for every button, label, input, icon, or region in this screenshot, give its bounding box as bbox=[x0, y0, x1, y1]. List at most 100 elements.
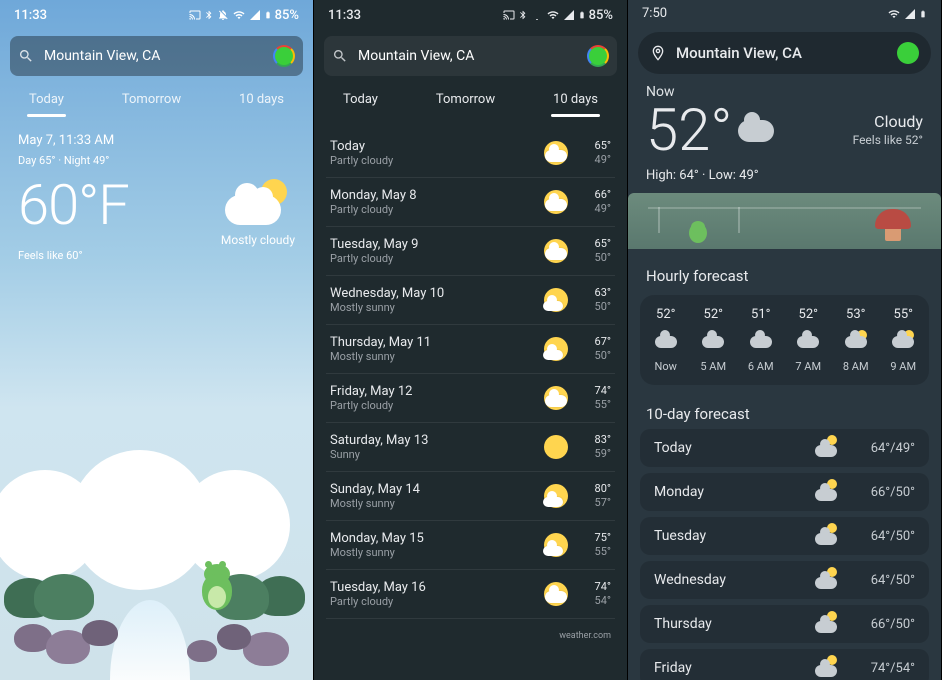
location-pill[interactable]: Mountain View, CA bbox=[638, 32, 931, 74]
assistant-button[interactable] bbox=[587, 45, 609, 67]
day-condition: Partly cloudy bbox=[330, 595, 531, 608]
hour-temp: 53° bbox=[832, 307, 880, 322]
day-row[interactable]: Tuesday, May 16Partly cloudy74°54° bbox=[326, 570, 615, 619]
signal-icon bbox=[904, 8, 916, 20]
status-bar: 7:50 bbox=[628, 0, 941, 24]
day-high: 63° bbox=[581, 286, 611, 300]
day-name: Monday, May 15 bbox=[330, 531, 531, 546]
hour-column[interactable]: 55°9 AM bbox=[880, 307, 928, 373]
day-night-temps: Day 65° · Night 49° bbox=[18, 154, 295, 167]
day-low: 55° bbox=[581, 545, 611, 559]
tab-tomorrow[interactable]: Tomorrow bbox=[120, 88, 183, 117]
weather-screen-today: 11:33 85% Mountain View, CA Today Tomorr… bbox=[0, 0, 314, 680]
day-name: Saturday, May 13 bbox=[330, 433, 531, 448]
battery-icon bbox=[919, 8, 927, 20]
tab-tomorrow[interactable]: Tomorrow bbox=[434, 88, 497, 117]
day-name: Wednesday bbox=[654, 572, 815, 588]
hour-temp: 52° bbox=[642, 307, 690, 322]
day-row[interactable]: Friday, May 12Partly cloudy74°55° bbox=[326, 374, 615, 423]
bluetooth-icon bbox=[204, 9, 214, 21]
day-condition: Mostly sunny bbox=[330, 350, 531, 363]
mute-icon bbox=[531, 9, 543, 21]
hour-column[interactable]: 53°8 AM bbox=[832, 307, 880, 373]
day-high: 80° bbox=[581, 482, 611, 496]
day-row[interactable]: Tuesday, May 9Partly cloudy65°50° bbox=[326, 227, 615, 276]
tenday-row[interactable]: Wednesday 64°/50° bbox=[640, 561, 929, 599]
day-row[interactable]: Monday, May 8Partly cloudy66°49° bbox=[326, 178, 615, 227]
day-high: 66° bbox=[581, 188, 611, 202]
weather-icon bbox=[845, 334, 867, 348]
weather-icon bbox=[702, 334, 724, 348]
ten-day-forecast[interactable]: Today64°/49°Monday66°/50°Tuesday64°/50°W… bbox=[640, 429, 929, 680]
day-high: 75° bbox=[581, 531, 611, 545]
weather-icon bbox=[815, 527, 837, 545]
attribution[interactable]: weather.com bbox=[314, 627, 627, 645]
day-temps: 64°/50° bbox=[851, 573, 915, 588]
hour-column[interactable]: 52° Now bbox=[642, 307, 690, 373]
status-icons: 85% bbox=[503, 8, 613, 23]
day-row[interactable]: Thursday, May 11Mostly sunny67°50° bbox=[326, 325, 615, 374]
day-name: Tuesday bbox=[654, 528, 815, 544]
search-location: Mountain View, CA bbox=[358, 48, 587, 64]
day-row[interactable]: Saturday, May 13Sunny83°59° bbox=[326, 423, 615, 472]
day-condition: Mostly sunny bbox=[330, 546, 531, 559]
day-row[interactable]: Monday, May 15Mostly sunny 75°55° bbox=[326, 521, 615, 570]
weather-icon bbox=[223, 177, 293, 227]
day-temps: 66°/50° bbox=[851, 617, 915, 632]
location-text: Mountain View, CA bbox=[676, 44, 897, 62]
cast-icon bbox=[189, 9, 201, 21]
search-bar[interactable]: Mountain View, CA bbox=[324, 36, 617, 76]
tenday-row[interactable]: Today64°/49° bbox=[640, 429, 929, 467]
tab-10days[interactable]: 10 days bbox=[237, 88, 286, 117]
weather-icon bbox=[815, 439, 837, 457]
condition-label: Mostly cloudy bbox=[221, 233, 295, 247]
weather-icon bbox=[541, 579, 571, 609]
day-name: Today bbox=[330, 139, 531, 154]
day-high: 65° bbox=[581, 237, 611, 251]
hourly-forecast[interactable]: 52° Now52°5 AM51°6 AM52°7 AM53°8 AM55°9 A… bbox=[640, 295, 929, 385]
status-time: 11:33 bbox=[14, 8, 47, 23]
current-temp: 52° bbox=[646, 102, 732, 160]
weather-icon bbox=[797, 334, 819, 348]
weather-icon bbox=[541, 530, 571, 560]
high-low: High: 64° · Low: 49° bbox=[646, 168, 923, 183]
weather-icon bbox=[541, 187, 571, 217]
day-name: Monday, May 8 bbox=[330, 188, 531, 203]
weather-icon bbox=[541, 481, 571, 511]
hour-column[interactable]: 52°5 AM bbox=[690, 307, 738, 373]
wifi-icon bbox=[546, 9, 560, 21]
tenday-row[interactable]: Friday74°/54° bbox=[640, 649, 929, 680]
day-name: Tuesday, May 9 bbox=[330, 237, 531, 252]
weather-icon bbox=[815, 483, 837, 501]
day-low: 57° bbox=[581, 496, 611, 510]
mute-icon bbox=[217, 9, 229, 21]
day-temps: 66°/50° bbox=[851, 485, 915, 500]
day-row[interactable]: Wednesday, May 10Mostly sunny63°50° bbox=[326, 276, 615, 325]
tenday-row[interactable]: Tuesday64°/50° bbox=[640, 517, 929, 555]
search-location: Mountain View, CA bbox=[44, 48, 273, 64]
tenday-row[interactable]: Monday66°/50° bbox=[640, 473, 929, 511]
day-name: Tuesday, May 16 bbox=[330, 580, 531, 595]
day-condition: Sunny bbox=[330, 448, 531, 461]
hour-column[interactable]: 51°6 AM bbox=[737, 307, 785, 373]
ten-day-list[interactable]: TodayPartly cloudy65°49°Monday, May 8Par… bbox=[314, 125, 627, 627]
status-time: 11:33 bbox=[328, 8, 361, 23]
tabs: Today Tomorrow 10 days bbox=[314, 82, 627, 125]
day-low: 59° bbox=[581, 447, 611, 461]
search-bar[interactable]: Mountain View, CA bbox=[10, 36, 303, 76]
tab-10days[interactable]: 10 days bbox=[551, 88, 600, 117]
hour-column[interactable]: 52°7 AM bbox=[785, 307, 833, 373]
day-row[interactable]: Sunday, May 14Mostly sunny80°57° bbox=[326, 472, 615, 521]
day-name: Wednesday, May 10 bbox=[330, 286, 531, 301]
weather-icon bbox=[815, 571, 837, 589]
assistant-button[interactable] bbox=[273, 45, 295, 67]
day-row[interactable]: TodayPartly cloudy65°49° bbox=[326, 129, 615, 178]
tenday-row[interactable]: Thursday66°/50° bbox=[640, 605, 929, 643]
day-name: Friday, May 12 bbox=[330, 384, 531, 399]
hour-label: Now bbox=[642, 360, 690, 373]
tab-today[interactable]: Today bbox=[341, 88, 380, 117]
hour-label: 9 AM bbox=[880, 360, 928, 373]
tab-today[interactable]: Today bbox=[27, 88, 66, 117]
weather-icon bbox=[541, 432, 571, 462]
feels-like: Feels like 52° bbox=[853, 133, 923, 147]
